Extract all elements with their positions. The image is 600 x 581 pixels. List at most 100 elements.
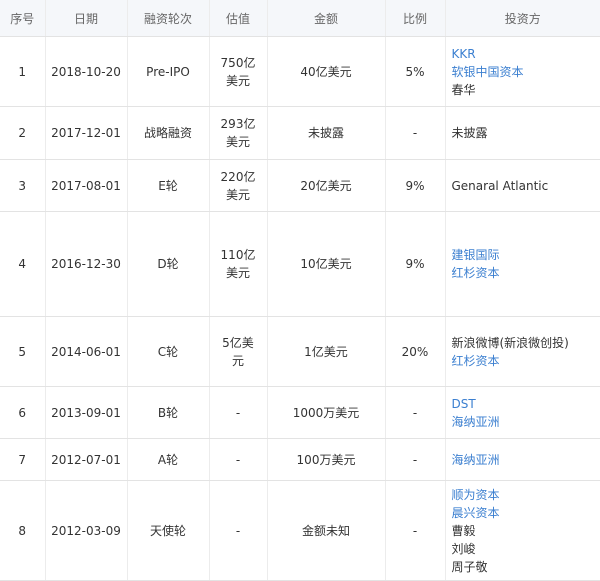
row-round: 天使轮 xyxy=(127,481,209,581)
valuation-line: 750亿 xyxy=(210,54,267,72)
row-valuation: 220亿美元 xyxy=(209,160,267,212)
investor-name: 曹毅 xyxy=(452,522,600,540)
row-valuation: 293亿美元 xyxy=(209,107,267,160)
col-header-valuation: 估值 xyxy=(209,0,267,37)
col-header-investors: 投资方 xyxy=(445,0,600,37)
row-number: 6 xyxy=(0,387,45,439)
row-amount: 1亿美元 xyxy=(267,317,385,387)
row-ratio: 5% xyxy=(385,37,445,107)
row-number: 7 xyxy=(0,439,45,481)
valuation-line: 美元 xyxy=(210,133,267,151)
valuation-line: 美元 xyxy=(210,72,267,90)
row-date: 2014-06-01 xyxy=(45,317,127,387)
row-date: 2018-10-20 xyxy=(45,37,127,107)
row-ratio: 20% xyxy=(385,317,445,387)
valuation-line: 220亿 xyxy=(210,168,267,186)
row-investors: Genaral Atlantic xyxy=(445,160,600,212)
investor-name: 未披露 xyxy=(452,124,600,142)
investor-name: 刘峻 xyxy=(452,540,600,558)
valuation-line: 美元 xyxy=(210,264,267,282)
row-valuation: - xyxy=(209,439,267,481)
investor-link[interactable]: 顺为资本 xyxy=(452,486,600,504)
row-amount: 100万美元 xyxy=(267,439,385,481)
row-round: B轮 xyxy=(127,387,209,439)
table-row: 62013-09-01B轮-1000万美元-DST海纳亚洲 xyxy=(0,387,600,439)
row-round: A轮 xyxy=(127,439,209,481)
row-round: E轮 xyxy=(127,160,209,212)
row-amount: 1000万美元 xyxy=(267,387,385,439)
row-round: Pre-IPO xyxy=(127,37,209,107)
row-ratio: - xyxy=(385,107,445,160)
table-row: 52014-06-01C轮5亿美元1亿美元20%新浪微博(新浪微创投)红杉资本 xyxy=(0,317,600,387)
row-ratio: 9% xyxy=(385,160,445,212)
row-amount: 未披露 xyxy=(267,107,385,160)
row-date: 2012-03-09 xyxy=(45,481,127,581)
row-number: 3 xyxy=(0,160,45,212)
row-valuation: - xyxy=(209,387,267,439)
col-header-ratio: 比例 xyxy=(385,0,445,37)
row-date: 2017-08-01 xyxy=(45,160,127,212)
table-row: 22017-12-01战略融资293亿美元未披露-未披露 xyxy=(0,107,600,160)
col-header-round: 融资轮次 xyxy=(127,0,209,37)
investor-link[interactable]: 晨兴资本 xyxy=(452,504,600,522)
row-date: 2017-12-01 xyxy=(45,107,127,160)
row-round: D轮 xyxy=(127,212,209,317)
row-investors: 建银国际红杉资本 xyxy=(445,212,600,317)
valuation-line: 5亿美 xyxy=(210,334,267,352)
row-date: 2016-12-30 xyxy=(45,212,127,317)
valuation-line: - xyxy=(210,451,267,469)
table-row: 42016-12-30D轮110亿美元10亿美元9%建银国际红杉资本 xyxy=(0,212,600,317)
valuation-line: 110亿 xyxy=(210,246,267,264)
row-investors: 海纳亚洲 xyxy=(445,439,600,481)
investor-link[interactable]: 软银中国资本 xyxy=(452,63,600,81)
investor-link[interactable]: DST xyxy=(452,395,600,413)
valuation-line: - xyxy=(210,404,267,422)
row-date: 2012-07-01 xyxy=(45,439,127,481)
valuation-line: 293亿 xyxy=(210,115,267,133)
row-round: C轮 xyxy=(127,317,209,387)
row-number: 2 xyxy=(0,107,45,160)
header-row: 序号 日期 融资轮次 估值 金额 比例 投资方 xyxy=(0,0,600,37)
investor-name: Genaral Atlantic xyxy=(452,177,600,195)
investor-link[interactable]: 海纳亚洲 xyxy=(452,413,600,431)
row-ratio: - xyxy=(385,439,445,481)
row-number: 1 xyxy=(0,37,45,107)
row-investors: 新浪微博(新浪微创投)红杉资本 xyxy=(445,317,600,387)
row-amount: 20亿美元 xyxy=(267,160,385,212)
row-ratio: - xyxy=(385,481,445,581)
row-amount: 金额未知 xyxy=(267,481,385,581)
row-investors: KKR软银中国资本春华 xyxy=(445,37,600,107)
col-header-no: 序号 xyxy=(0,0,45,37)
table-row: 82012-03-09天使轮-金额未知-顺为资本晨兴资本曹毅刘峻周子敬 xyxy=(0,481,600,581)
investor-name: 新浪微博(新浪微创投) xyxy=(452,334,600,352)
row-number: 8 xyxy=(0,481,45,581)
funding-table: 序号 日期 融资轮次 估值 金额 比例 投资方 12018-10-20Pre-I… xyxy=(0,0,600,581)
row-valuation: 750亿美元 xyxy=(209,37,267,107)
table-row: 12018-10-20Pre-IPO750亿美元40亿美元5%KKR软银中国资本… xyxy=(0,37,600,107)
investor-link[interactable]: 海纳亚洲 xyxy=(452,451,600,469)
investor-link[interactable]: 建银国际 xyxy=(452,246,600,264)
row-investors: DST海纳亚洲 xyxy=(445,387,600,439)
row-investors: 顺为资本晨兴资本曹毅刘峻周子敬 xyxy=(445,481,600,581)
row-investors: 未披露 xyxy=(445,107,600,160)
investor-link[interactable]: KKR xyxy=(452,45,600,63)
row-valuation: 110亿美元 xyxy=(209,212,267,317)
investor-link[interactable]: 红杉资本 xyxy=(452,264,600,282)
valuation-line: 元 xyxy=(210,352,267,370)
row-number: 4 xyxy=(0,212,45,317)
investor-link[interactable]: 红杉资本 xyxy=(452,352,600,370)
row-ratio: - xyxy=(385,387,445,439)
row-amount: 10亿美元 xyxy=(267,212,385,317)
row-number: 5 xyxy=(0,317,45,387)
row-valuation: 5亿美元 xyxy=(209,317,267,387)
row-valuation: - xyxy=(209,481,267,581)
investor-name: 周子敬 xyxy=(452,558,600,576)
col-header-amount: 金额 xyxy=(267,0,385,37)
valuation-line: 美元 xyxy=(210,186,267,204)
row-date: 2013-09-01 xyxy=(45,387,127,439)
row-ratio: 9% xyxy=(385,212,445,317)
table-row: 32017-08-01E轮220亿美元20亿美元9% Genaral Atlant… xyxy=(0,160,600,212)
row-round: 战略融资 xyxy=(127,107,209,160)
row-amount: 40亿美元 xyxy=(267,37,385,107)
investor-name: 春华 xyxy=(452,81,600,99)
